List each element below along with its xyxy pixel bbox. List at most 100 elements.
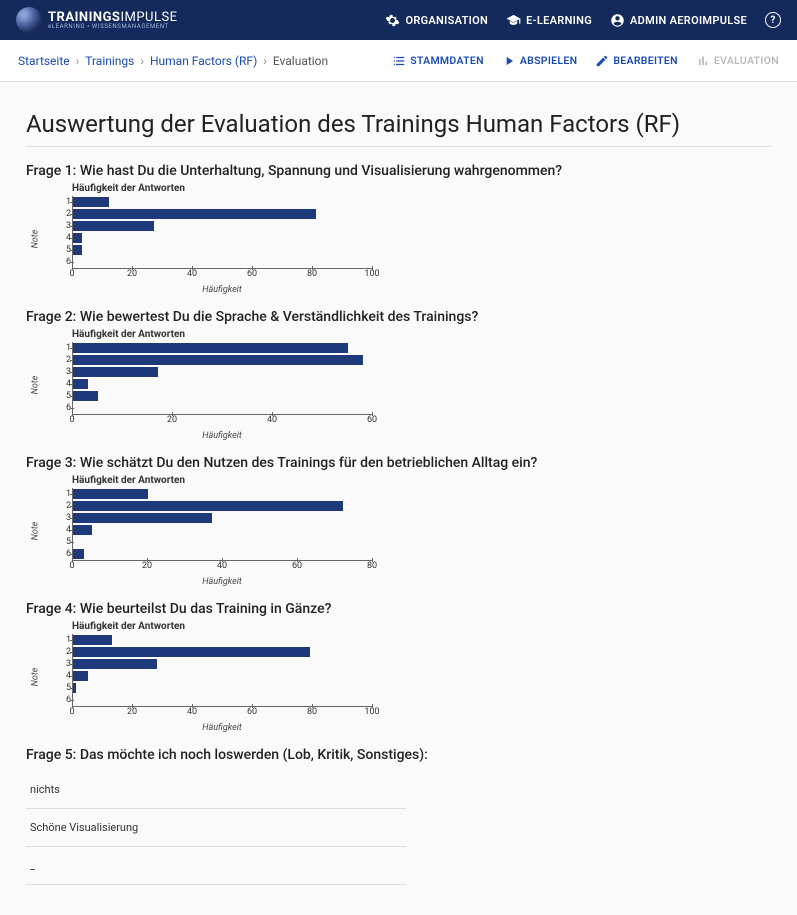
chart-row: 5 <box>73 390 372 402</box>
page-content: Auswertung der Evaluation des Trainings … <box>0 82 797 915</box>
chart-bar <box>73 343 348 353</box>
chart-bar <box>73 355 363 365</box>
chart-row: 4 <box>73 232 372 244</box>
chart-row: 5 <box>73 536 372 548</box>
chart-bar <box>73 489 148 499</box>
chart-row: 1 <box>73 634 372 646</box>
chart-xaxis: 0204060 <box>72 415 372 429</box>
chart-bar <box>73 525 92 535</box>
chart-xtick: 60 <box>292 561 302 571</box>
chart-bar <box>73 671 88 681</box>
chart-row: 1 <box>73 488 372 500</box>
question-4-heading: Frage 4: Wie beurteilst Du das Training … <box>26 601 771 617</box>
chart-3: NoteHäufigkeit der Antworten123456020406… <box>26 475 771 587</box>
chart-xtick: 20 <box>127 707 137 717</box>
top-nav: ORGANISATION E-LEARNING ADMIN AEROIMPULS… <box>385 12 781 28</box>
breadcrumb: Startseite › Trainings › Human Factors (… <box>18 54 328 68</box>
chart-bar <box>73 683 76 693</box>
chart-xlabel: Häufigkeit <box>72 723 372 733</box>
nav-organisation-label: ORGANISATION <box>405 14 488 27</box>
chart-row: 2 <box>73 646 372 658</box>
chart-xtick: 80 <box>367 561 377 571</box>
user-circle-icon <box>610 13 625 28</box>
chart-row: 3 <box>73 512 372 524</box>
chart-bar-icon <box>696 54 710 68</box>
chart-title: Häufigkeit der Antworten <box>72 183 771 194</box>
nav-user-label: ADMIN AEROIMPULSE <box>630 14 747 27</box>
breadcrumb-trainings[interactable]: Trainings <box>85 54 134 68</box>
chart-row: 1 <box>73 342 372 354</box>
breadcrumb-current: Evaluation <box>273 54 328 68</box>
question-2-heading: Frage 2: Wie bewertest Du die Sprache & … <box>26 309 771 325</box>
chart-row: 3 <box>73 658 372 670</box>
chart-2: NoteHäufigkeit der Antworten123456020406… <box>26 329 771 441</box>
logo-mark-icon <box>16 7 42 33</box>
chart-row: 2 <box>73 500 372 512</box>
chart-row: 3 <box>73 220 372 232</box>
nav-help[interactable]: ? <box>765 12 781 28</box>
action-bearbeiten[interactable]: BEARBEITEN <box>595 54 678 68</box>
chart-xtick: 80 <box>307 707 317 717</box>
breadcrumb-home[interactable]: Startseite <box>18 54 70 68</box>
chart-bar <box>73 379 88 389</box>
chart-xaxis: 020406080100 <box>72 269 372 283</box>
action-stammdaten[interactable]: STAMMDATEN <box>392 54 484 68</box>
breadcrumb-sep: › <box>76 54 80 68</box>
chart-xlabel: Häufigkeit <box>72 431 372 441</box>
gear-icon <box>385 13 400 28</box>
chart-row: 6 <box>73 256 372 268</box>
question-1-heading: Frage 1: Wie hast Du die Unterhaltung, S… <box>26 163 771 179</box>
chart-xlabel: Häufigkeit <box>72 285 372 295</box>
list-icon <box>392 54 406 68</box>
help-icon: ? <box>765 12 781 28</box>
chart-title: Häufigkeit der Antworten <box>72 329 771 340</box>
question-5-heading: Frage 5: Das möchte ich noch loswerden (… <box>26 747 771 763</box>
chart-xtick: 0 <box>69 415 74 425</box>
chart-row: 1 <box>73 196 372 208</box>
top-bar: TRAININGSIMPULSE eLEARNING • WISSENSMANA… <box>0 0 797 40</box>
pencil-icon <box>595 54 609 68</box>
chart-title: Häufigkeit der Antworten <box>72 475 771 486</box>
chart-xtick: 60 <box>247 269 257 279</box>
freetext-answer: Schöne Visualisierung <box>26 809 406 847</box>
action-evaluation: EVALUATION <box>696 54 779 68</box>
chart-plot: 123456 <box>72 196 372 269</box>
chart-xaxis: 020406080 <box>72 561 372 575</box>
breadcrumb-training[interactable]: Human Factors (RF) <box>150 54 257 68</box>
action-abspielen[interactable]: ABSPIELEN <box>502 54 578 68</box>
chart-row: 6 <box>73 694 372 706</box>
nav-elearning[interactable]: E-LEARNING <box>506 13 592 28</box>
chart-row: 5 <box>73 682 372 694</box>
breadcrumb-sep: › <box>263 54 267 68</box>
title-divider <box>26 146 771 147</box>
chart-bar <box>73 245 82 255</box>
chart-xtick: 60 <box>367 415 377 425</box>
chart-bar <box>73 233 82 243</box>
chart-xlabel: Häufigkeit <box>72 577 372 587</box>
logo-line2: eLEARNING • WISSENSMANAGEMENT <box>48 24 178 30</box>
sub-bar: Startseite › Trainings › Human Factors (… <box>0 40 797 82</box>
page-title: Auswertung der Evaluation des Trainings … <box>26 110 771 138</box>
breadcrumb-sep: › <box>140 54 144 68</box>
chart-plot: 123456 <box>72 342 372 415</box>
logo-text: TRAININGSIMPULSE eLEARNING • WISSENSMANA… <box>48 11 178 30</box>
chart-bar <box>73 635 112 645</box>
nav-elearning-label: E-LEARNING <box>526 14 592 27</box>
action-evaluation-label: EVALUATION <box>714 54 779 67</box>
chart-row: 5 <box>73 244 372 256</box>
chart-bar <box>73 501 343 511</box>
chart-title: Häufigkeit der Antworten <box>72 621 771 632</box>
nav-organisation[interactable]: ORGANISATION <box>385 13 488 28</box>
nav-user[interactable]: ADMIN AEROIMPULSE <box>610 13 747 28</box>
chart-row: 3 <box>73 366 372 378</box>
chart-plot: 123456 <box>72 634 372 707</box>
action-abspielen-label: ABSPIELEN <box>520 54 578 67</box>
chart-xtick: 40 <box>187 269 197 279</box>
action-bearbeiten-label: BEARBEITEN <box>613 54 678 67</box>
chart-xtick: 0 <box>69 561 74 571</box>
chart-plot: 123456 <box>72 488 372 561</box>
action-stammdaten-label: STAMMDATEN <box>410 54 484 67</box>
brand-logo[interactable]: TRAININGSIMPULSE eLEARNING • WISSENSMANA… <box>16 7 178 33</box>
chart-ylabel: Note <box>30 668 40 687</box>
freetext-answer: _ <box>26 847 406 885</box>
